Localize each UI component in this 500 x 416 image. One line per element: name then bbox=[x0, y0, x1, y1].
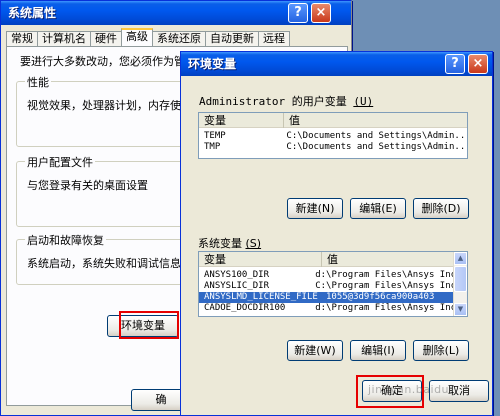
tab-automatic-updates[interactable]: 自动更新 bbox=[205, 31, 259, 46]
advanced-intro-text: 要进行大多数改动，您必须作为管 bbox=[20, 55, 185, 68]
performance-desc: 视觉效果，处理器计划，内存使用 bbox=[27, 99, 192, 112]
user-vars-list[interactable]: 变量 值 TEMP C:\Documents and Settings\Admi… bbox=[198, 112, 468, 159]
sys-vars-label: 系统变量 (S) bbox=[198, 237, 262, 250]
table-row[interactable]: CADOE_DOCDIR100 d:\Program Files\Ansys I… bbox=[199, 303, 453, 314]
user-vars-label: Administrator 的用户变量 (U) bbox=[199, 95, 374, 108]
tab-advanced[interactable]: 高级 bbox=[121, 28, 153, 46]
scroll-up-arrow-icon[interactable]: ▲ bbox=[454, 252, 467, 265]
watermark-text: jingyan.baidu bbox=[368, 383, 450, 396]
environment-variables-dialog: 环境变量 ? × Administrator 的用户变量 (U) 变量 值 TE… bbox=[180, 51, 493, 416]
env-button-highlight-box bbox=[119, 311, 179, 339]
table-row[interactable]: ANSYSLIC_DIR C:\Program Files\Ansys Inc\… bbox=[199, 281, 453, 292]
sysprops-help-button[interactable]: ? bbox=[288, 3, 308, 23]
sys-col-value[interactable]: 值 bbox=[322, 252, 467, 267]
performance-title: 性能 bbox=[25, 74, 51, 90]
env-close-button[interactable]: × bbox=[468, 54, 488, 74]
user-col-value[interactable]: 值 bbox=[284, 113, 467, 128]
scroll-down-arrow-icon[interactable]: ▼ bbox=[454, 303, 467, 316]
sysprops-title: 系统属性 bbox=[8, 6, 57, 20]
startup-recovery-desc: 系统启动，系统失败和调试信息 bbox=[27, 257, 181, 270]
env-help-button[interactable]: ? bbox=[445, 54, 465, 74]
sys-col-name[interactable]: 变量 bbox=[199, 252, 322, 267]
sys-edit-button[interactable]: 编辑(I) bbox=[350, 340, 406, 361]
user-profiles-desc: 与您登录有关的桌面设置 bbox=[27, 179, 148, 192]
sys-delete-button[interactable]: 删除(L) bbox=[413, 340, 469, 361]
user-vars-header: 变量 值 bbox=[199, 113, 467, 128]
sysprops-close-button[interactable]: × bbox=[311, 3, 331, 23]
table-row[interactable]: TMP C:\Documents and Settings\Admin... bbox=[199, 142, 467, 153]
tab-remote[interactable]: 远程 bbox=[258, 31, 290, 46]
user-delete-button[interactable]: 删除(D) bbox=[413, 198, 469, 219]
sys-vars-scrollbar[interactable]: ▲ ▼ bbox=[453, 252, 467, 316]
table-row[interactable]: TEMP C:\Documents and Settings\Admin... bbox=[199, 131, 467, 142]
user-col-name[interactable]: 变量 bbox=[199, 113, 284, 128]
tab-system-restore[interactable]: 系统还原 bbox=[152, 31, 206, 46]
tab-hardware[interactable]: 硬件 bbox=[90, 31, 122, 46]
table-row-selected[interactable]: ANSYSLMD_LICENSE_FILE 1055@3d9f56ca900a4… bbox=[199, 292, 453, 303]
env-title: 环境变量 bbox=[188, 57, 237, 71]
tab-general[interactable]: 常规 bbox=[6, 31, 38, 46]
sys-new-button[interactable]: 新建(W) bbox=[287, 340, 343, 361]
sys-vars-header: 变量 值 bbox=[199, 252, 467, 267]
tab-computer-name[interactable]: 计算机名 bbox=[37, 31, 91, 46]
user-new-button[interactable]: 新建(N) bbox=[287, 198, 343, 219]
startup-recovery-title: 启动和故障恢复 bbox=[25, 232, 106, 248]
sysprops-tab-strip: 常规 计算机名 硬件 高级 系统还原 自动更新 远程 bbox=[6, 28, 290, 47]
user-edit-button[interactable]: 编辑(E) bbox=[350, 198, 406, 219]
scroll-thumb[interactable] bbox=[454, 266, 467, 292]
user-profiles-title: 用户配置文件 bbox=[25, 154, 95, 170]
table-row[interactable]: ANSYS100_DIR d:\Program Files\Ansys Inc\… bbox=[199, 270, 453, 281]
sys-vars-list[interactable]: 变量 值 ANSYS100_DIR d:\Program Files\Ansys… bbox=[198, 251, 468, 317]
